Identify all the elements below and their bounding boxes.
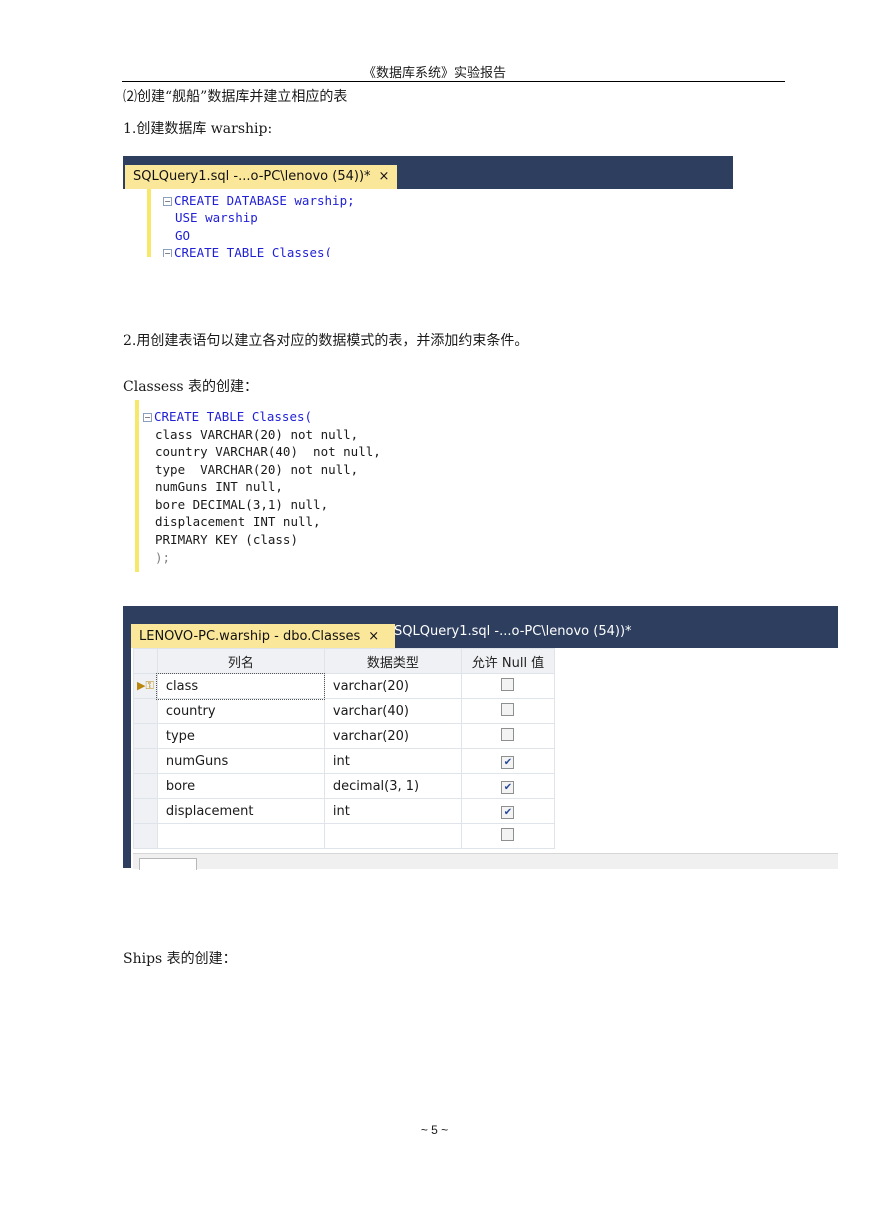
table-row[interactable]: displacement int ✔: [133, 798, 556, 824]
column-name-cell[interactable]: [156, 823, 325, 849]
table-row[interactable]: type varchar(20): [133, 723, 556, 749]
query-tab-label: SQLQuery1.sql -...o-PC\lenovo (54))*: [133, 169, 371, 184]
header-divider: [122, 81, 785, 82]
code-line-6: bore DECIMAL(3,1) null,: [155, 497, 329, 512]
code-line-2: class VARCHAR(20) not null,: [155, 427, 359, 442]
code-line-4: − CREATE TABLE Classes(: [163, 245, 333, 257]
table-row[interactable]: [133, 823, 556, 849]
row-selector[interactable]: [133, 698, 158, 724]
column-header-name[interactable]: 列名: [156, 648, 325, 674]
data-type-cell[interactable]: [323, 823, 462, 849]
collapse-icon[interactable]: −: [143, 413, 152, 422]
step1-label: 1.创建数据库 warship:: [123, 121, 273, 137]
code-line-1: − CREATE TABLE Classes(: [143, 409, 313, 424]
left-frame: [123, 648, 131, 868]
allow-null-cell: ✔: [460, 798, 556, 824]
row-selector[interactable]: [133, 798, 158, 824]
checkbox-unchecked[interactable]: [501, 827, 515, 841]
code-line-8: PRIMARY KEY (class): [155, 532, 298, 547]
tab-label: LENOVO-PC.warship - dbo.Classes: [139, 629, 361, 644]
row-selector[interactable]: [133, 823, 158, 849]
collapse-icon[interactable]: −: [163, 197, 172, 206]
column-name-cell[interactable]: numGuns: [156, 748, 325, 774]
primary-key-icon[interactable]: ▶⚿: [133, 673, 158, 699]
checkbox-unchecked[interactable]: [501, 727, 515, 741]
tab-sqlquery1[interactable]: SQLQuery1.sql -...o-PC\lenovo (54))*: [394, 624, 632, 639]
code-line-7: displacement INT null,: [155, 514, 321, 529]
checkbox-unchecked[interactable]: [501, 677, 515, 691]
close-icon[interactable]: ×: [368, 629, 379, 644]
column-name-cell[interactable]: class: [156, 672, 326, 700]
column-header-datatype[interactable]: 数据类型: [323, 648, 462, 674]
row-selector[interactable]: [133, 773, 158, 799]
table-row[interactable]: bore decimal(3, 1) ✔: [133, 773, 556, 799]
checkbox-checked[interactable]: ✔: [501, 805, 515, 819]
collapse-icon[interactable]: −: [163, 249, 172, 257]
code-line-9: );: [155, 550, 171, 565]
data-type-cell[interactable]: decimal(3, 1): [323, 773, 462, 799]
page-number: ~ 5 ~: [420, 1123, 449, 1137]
column-header-allow-null[interactable]: 允许 Null 值: [460, 648, 556, 674]
row-selector[interactable]: [133, 723, 158, 749]
code-line-3: GO: [175, 228, 191, 243]
code-line-1: − CREATE DATABASE warship;: [163, 193, 355, 208]
section-heading: ⑵创建“舰船”数据库并建立相应的表: [123, 89, 348, 105]
data-type-cell[interactable]: varchar(40): [323, 698, 462, 724]
allow-null-cell: [460, 698, 556, 724]
query-tab-sqlquery1[interactable]: SQLQuery1.sql -...o-PC\lenovo (54))* ×: [125, 165, 397, 189]
checkbox-checked[interactable]: ✔: [501, 780, 515, 794]
allow-null-cell: ✔: [460, 748, 556, 774]
data-type-cell[interactable]: int: [323, 748, 462, 774]
allow-null-cell: ✔: [460, 773, 556, 799]
step2-label: 2.用创建表语句以建立各对应的数据模式的表，并添加约束条件。: [123, 333, 529, 349]
checkbox-unchecked[interactable]: [501, 702, 515, 716]
row-selector[interactable]: [133, 748, 158, 774]
table-designer-pane: 列名 数据类型 允许 Null 值 ▶⚿ class varchar(20) coun…: [123, 648, 838, 870]
designer-bottom-bar: [133, 853, 838, 870]
close-icon[interactable]: ×: [379, 169, 390, 184]
tab-dbo-classes[interactable]: LENOVO-PC.warship - dbo.Classes ×: [131, 624, 395, 650]
change-margin: [135, 400, 139, 572]
column-name-cell[interactable]: country: [156, 698, 325, 724]
ships-caption: Ships 表的创建：: [123, 951, 237, 967]
table-row[interactable]: ▶⚿ class varchar(20): [133, 672, 556, 700]
allow-null-cell: [460, 673, 556, 699]
table-row[interactable]: numGuns int ✔: [133, 748, 556, 774]
code-line-2: USE warship: [175, 210, 258, 225]
data-type-cell[interactable]: varchar(20): [323, 673, 462, 699]
designer-tab-bar: LENOVO-PC.warship - dbo.Classes × SQLQuer…: [123, 606, 838, 650]
row-selector-header: [133, 648, 158, 674]
allow-null-cell: [460, 723, 556, 749]
column-name-cell[interactable]: bore: [156, 773, 325, 799]
code-line-4: type VARCHAR(20) not null,: [155, 462, 359, 477]
checkbox-checked[interactable]: ✔: [501, 755, 515, 769]
classes-caption: Classess 表的创建：: [123, 379, 259, 395]
properties-tab[interactable]: [139, 858, 197, 870]
data-type-cell[interactable]: varchar(20): [323, 723, 462, 749]
change-margin: [147, 189, 151, 257]
query-editor-1[interactable]: − CREATE DATABASE warship; USE warship GO…: [123, 189, 733, 257]
allow-null-cell: [460, 823, 556, 849]
query-editor-2[interactable]: − CREATE TABLE Classes( class VARCHAR(20)…: [123, 400, 423, 572]
query-tab-bar: SQLQuery1.sql -...o-PC\lenovo (54))* ×: [123, 156, 733, 189]
grid-header-row: 列名 数据类型 允许 Null 值: [133, 648, 556, 674]
table-row[interactable]: country varchar(40): [133, 698, 556, 724]
code-line-5: numGuns INT null,: [155, 479, 283, 494]
page-header-title: 《数据库系统》实验报告: [362, 66, 506, 81]
code-line-3: country VARCHAR(40) not null,: [155, 444, 381, 459]
column-name-cell[interactable]: type: [156, 723, 325, 749]
data-type-cell[interactable]: int: [323, 798, 462, 824]
column-name-cell[interactable]: displacement: [156, 798, 325, 824]
column-grid: 列名 数据类型 允许 Null 值 ▶⚿ class varchar(20) coun…: [133, 648, 556, 849]
